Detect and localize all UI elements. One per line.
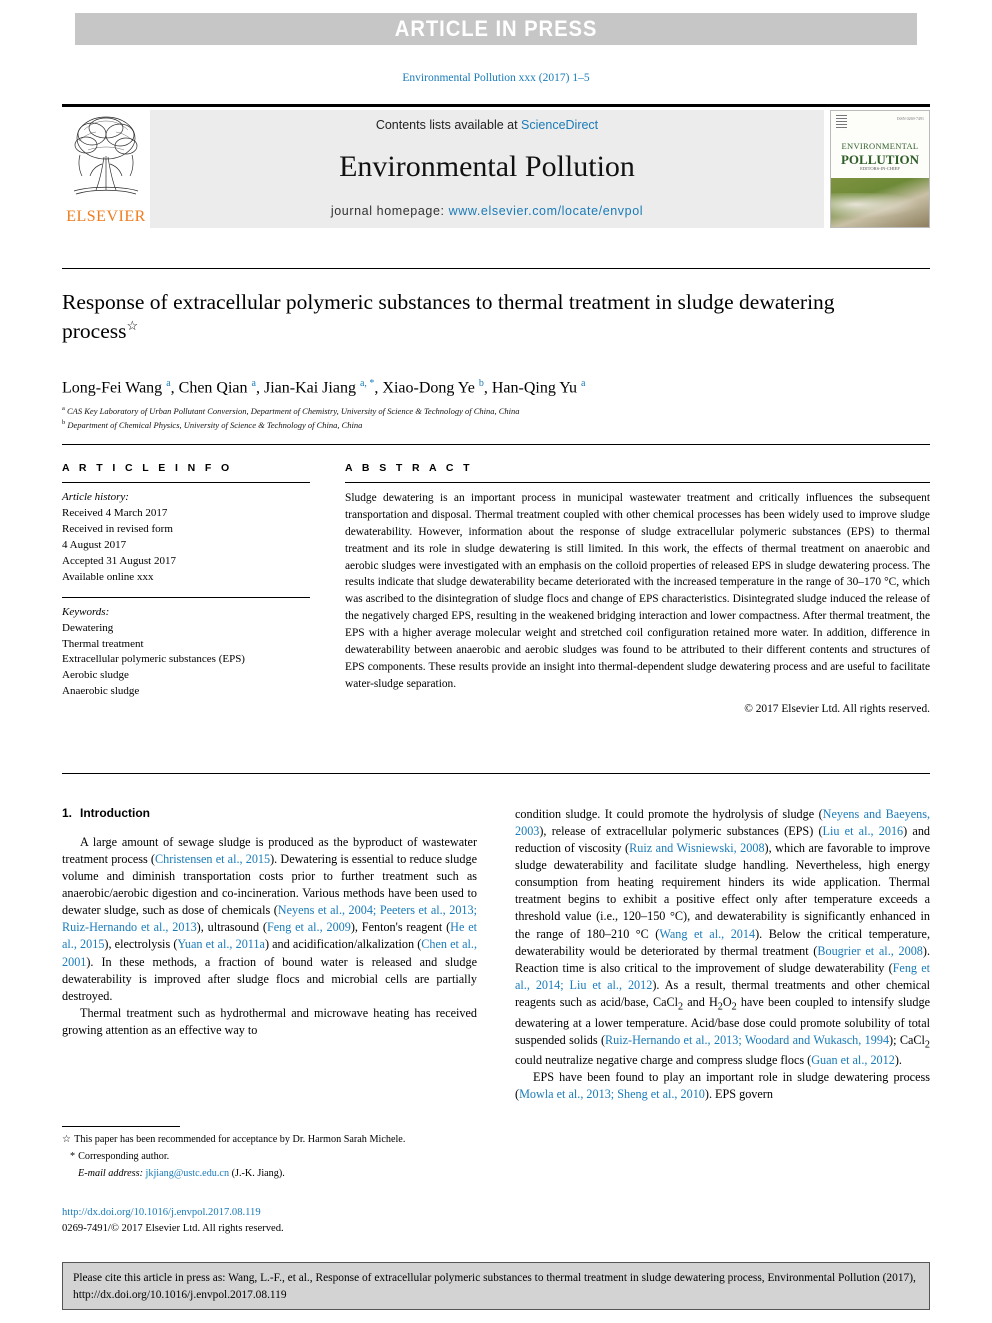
affiliation-marker: a [62, 405, 65, 412]
keyword-item: Thermal treatment [62, 637, 144, 650]
affiliation-item: a CAS Key Laboratory of Urban Pollutant … [62, 404, 922, 418]
elsevier-logo: ELSEVIER [62, 110, 150, 228]
article-history-block: Article history: Received 4 March 2017 R… [62, 490, 310, 586]
article-title-text: Response of extracellular polymeric subs… [62, 290, 835, 343]
journal-cover-thumbnail: ISSN 0269-7491 ENVIRONMENTAL POLLUTION E… [830, 110, 930, 228]
contents-panel: Contents lists available at ScienceDirec… [150, 110, 824, 228]
cover-barcode-icon [836, 115, 847, 129]
cover-photo-area [831, 178, 929, 227]
sciencedirect-link[interactable]: ScienceDirect [521, 118, 598, 132]
abstract-text: Sludge dewatering is an important proces… [345, 492, 930, 690]
body-paragraph: A large amount of sewage sludge is produ… [62, 835, 477, 1003]
journal-homepage-line: journal homepage: www.elsevier.com/locat… [331, 204, 643, 218]
section-heading-introduction: 1. Introduction [62, 806, 477, 820]
body-paragraph: EPS have been found to play an important… [515, 1070, 930, 1102]
keywords-label: Keywords: [62, 605, 110, 618]
keyword-item: Extracellular polymeric substances (EPS) [62, 653, 245, 666]
contents-available-line: Contents lists available at ScienceDirec… [376, 118, 598, 132]
keyword-item: Anaerobic sludge [62, 685, 140, 698]
title-divider [62, 268, 930, 269]
footnote-asterisk-symbol: * [70, 1150, 76, 1162]
affiliation-item: b Department of Chemical Physics, Univer… [62, 418, 922, 432]
email-owner-text: (J.-K. Jiang). [231, 1167, 285, 1179]
body-paragraph: Thermal treatment such as hydrothermal a… [62, 1005, 477, 1037]
abstract-bottom-divider [62, 773, 930, 774]
info-abstract-divider [62, 444, 930, 445]
corresponding-author-text: Corresponding author. [78, 1150, 170, 1162]
article-info-heading: A R T I C L E I N F O [62, 462, 233, 474]
affiliation-marker: b [62, 419, 66, 426]
doi-link[interactable]: http://dx.doi.org/10.1016/j.envpol.2017.… [62, 1205, 477, 1221]
history-item: Accepted 31 August 2017 [62, 554, 176, 567]
abstract-column: A B S T R A C T Sludge dewatering is an … [345, 462, 930, 715]
homepage-label: journal homepage: [330, 204, 449, 218]
cover-title-line1: ENVIRONMENTAL [841, 141, 919, 152]
article-in-press-label: ARTICLE IN PRESS [394, 16, 598, 41]
abstract-heading: A B S T R A C T [345, 462, 473, 474]
keywords-block: Keywords: Dewatering Thermal treatment E… [62, 605, 310, 701]
journal-title: Environmental Pollution [339, 150, 635, 183]
body-paragraph: condition sludge. It could promote the h… [515, 807, 931, 1068]
cover-subtitle: EDITORS-IN-CHIEF [860, 165, 900, 171]
footnote-acceptance: ☆ This paper has been recommended for acc… [62, 1133, 477, 1148]
abstract-copyright: © 2017 Elsevier Ltd. All rights reserved… [744, 702, 930, 715]
history-item: Received in revised form [62, 522, 173, 535]
section-number: 1. [62, 806, 73, 820]
email-address-label: E-mail address: [78, 1167, 143, 1179]
please-cite-text: Please cite this article in press as: Wa… [73, 1272, 916, 1301]
title-footnote-marker: ☆ [126, 317, 139, 333]
running-head-citation: Environmental Pollution xxx (2017) 1–5 [402, 72, 590, 84]
keyword-item: Dewatering [62, 621, 114, 634]
footnote-block: ☆ This paper has been recommended for acc… [62, 1126, 477, 1183]
affiliation-list: a CAS Key Laboratory of Urban Pollutant … [62, 404, 922, 432]
footnote-star-symbol: ☆ [62, 1134, 72, 1145]
elsevier-wordmark: ELSEVIER [66, 208, 146, 225]
article-in-press-banner: ARTICLE IN PRESS [75, 13, 917, 45]
footnote-corresponding-author: * Corresponding author. [62, 1150, 477, 1165]
cover-issn-label: ISSN 0269-7491 [896, 116, 924, 121]
footnote-email: E-mail address: jkjiang@ustc.edu.cn (J.-… [62, 1167, 477, 1182]
article-history-label: Article history: [62, 491, 129, 503]
keywords-rule [62, 596, 310, 598]
body-column-right: condition sludge. It could promote the h… [515, 806, 930, 1104]
journal-article-page: ARTICLE IN PRESS Environmental Pollution… [0, 0, 992, 1323]
article-info-column: A R T I C L E I N F O Article history: R… [62, 462, 310, 700]
history-item: 4 August 2017 [62, 538, 127, 551]
page-title: Response of extracellular polymeric subs… [62, 288, 882, 345]
section-title: Introduction [80, 806, 150, 820]
footnote-acceptance-text: This paper has been recommended for acce… [74, 1134, 406, 1145]
elsevier-tree-icon [73, 116, 139, 195]
journal-masthead: ELSEVIER Contents lists available at Sci… [62, 104, 930, 228]
contents-prefix: Contents lists available at [375, 118, 522, 132]
email-address-link[interactable]: jkjiang@ustc.edu.cn [146, 1168, 230, 1179]
author-list: Long-Fei Wang a, Chen Qian a, Jian-Kai J… [62, 378, 586, 397]
history-item: Received 4 March 2017 [62, 506, 168, 519]
history-item: Available online xxx [62, 570, 154, 583]
footer-doi-block: http://dx.doi.org/10.1016/j.envpol.2017.… [62, 1205, 477, 1237]
please-cite-box: Please cite this article in press as: Wa… [62, 1262, 930, 1310]
abstract-rule [345, 482, 930, 483]
affiliation-text: CAS Key Laboratory of Urban Pollutant Co… [67, 405, 520, 416]
journal-homepage-link[interactable]: www.elsevier.com/locate/envpol [449, 204, 643, 218]
affiliation-text: Department of Chemical Physics, Universi… [67, 419, 363, 430]
issn-copyright-line: 0269-7491/© 2017 Elsevier Ltd. All right… [62, 1222, 284, 1234]
keyword-item: Aerobic sludge [62, 669, 129, 682]
footnote-divider [62, 1126, 180, 1127]
body-column-left: 1. Introduction A large amount of sewage … [62, 806, 477, 1039]
article-info-rule [62, 482, 310, 483]
